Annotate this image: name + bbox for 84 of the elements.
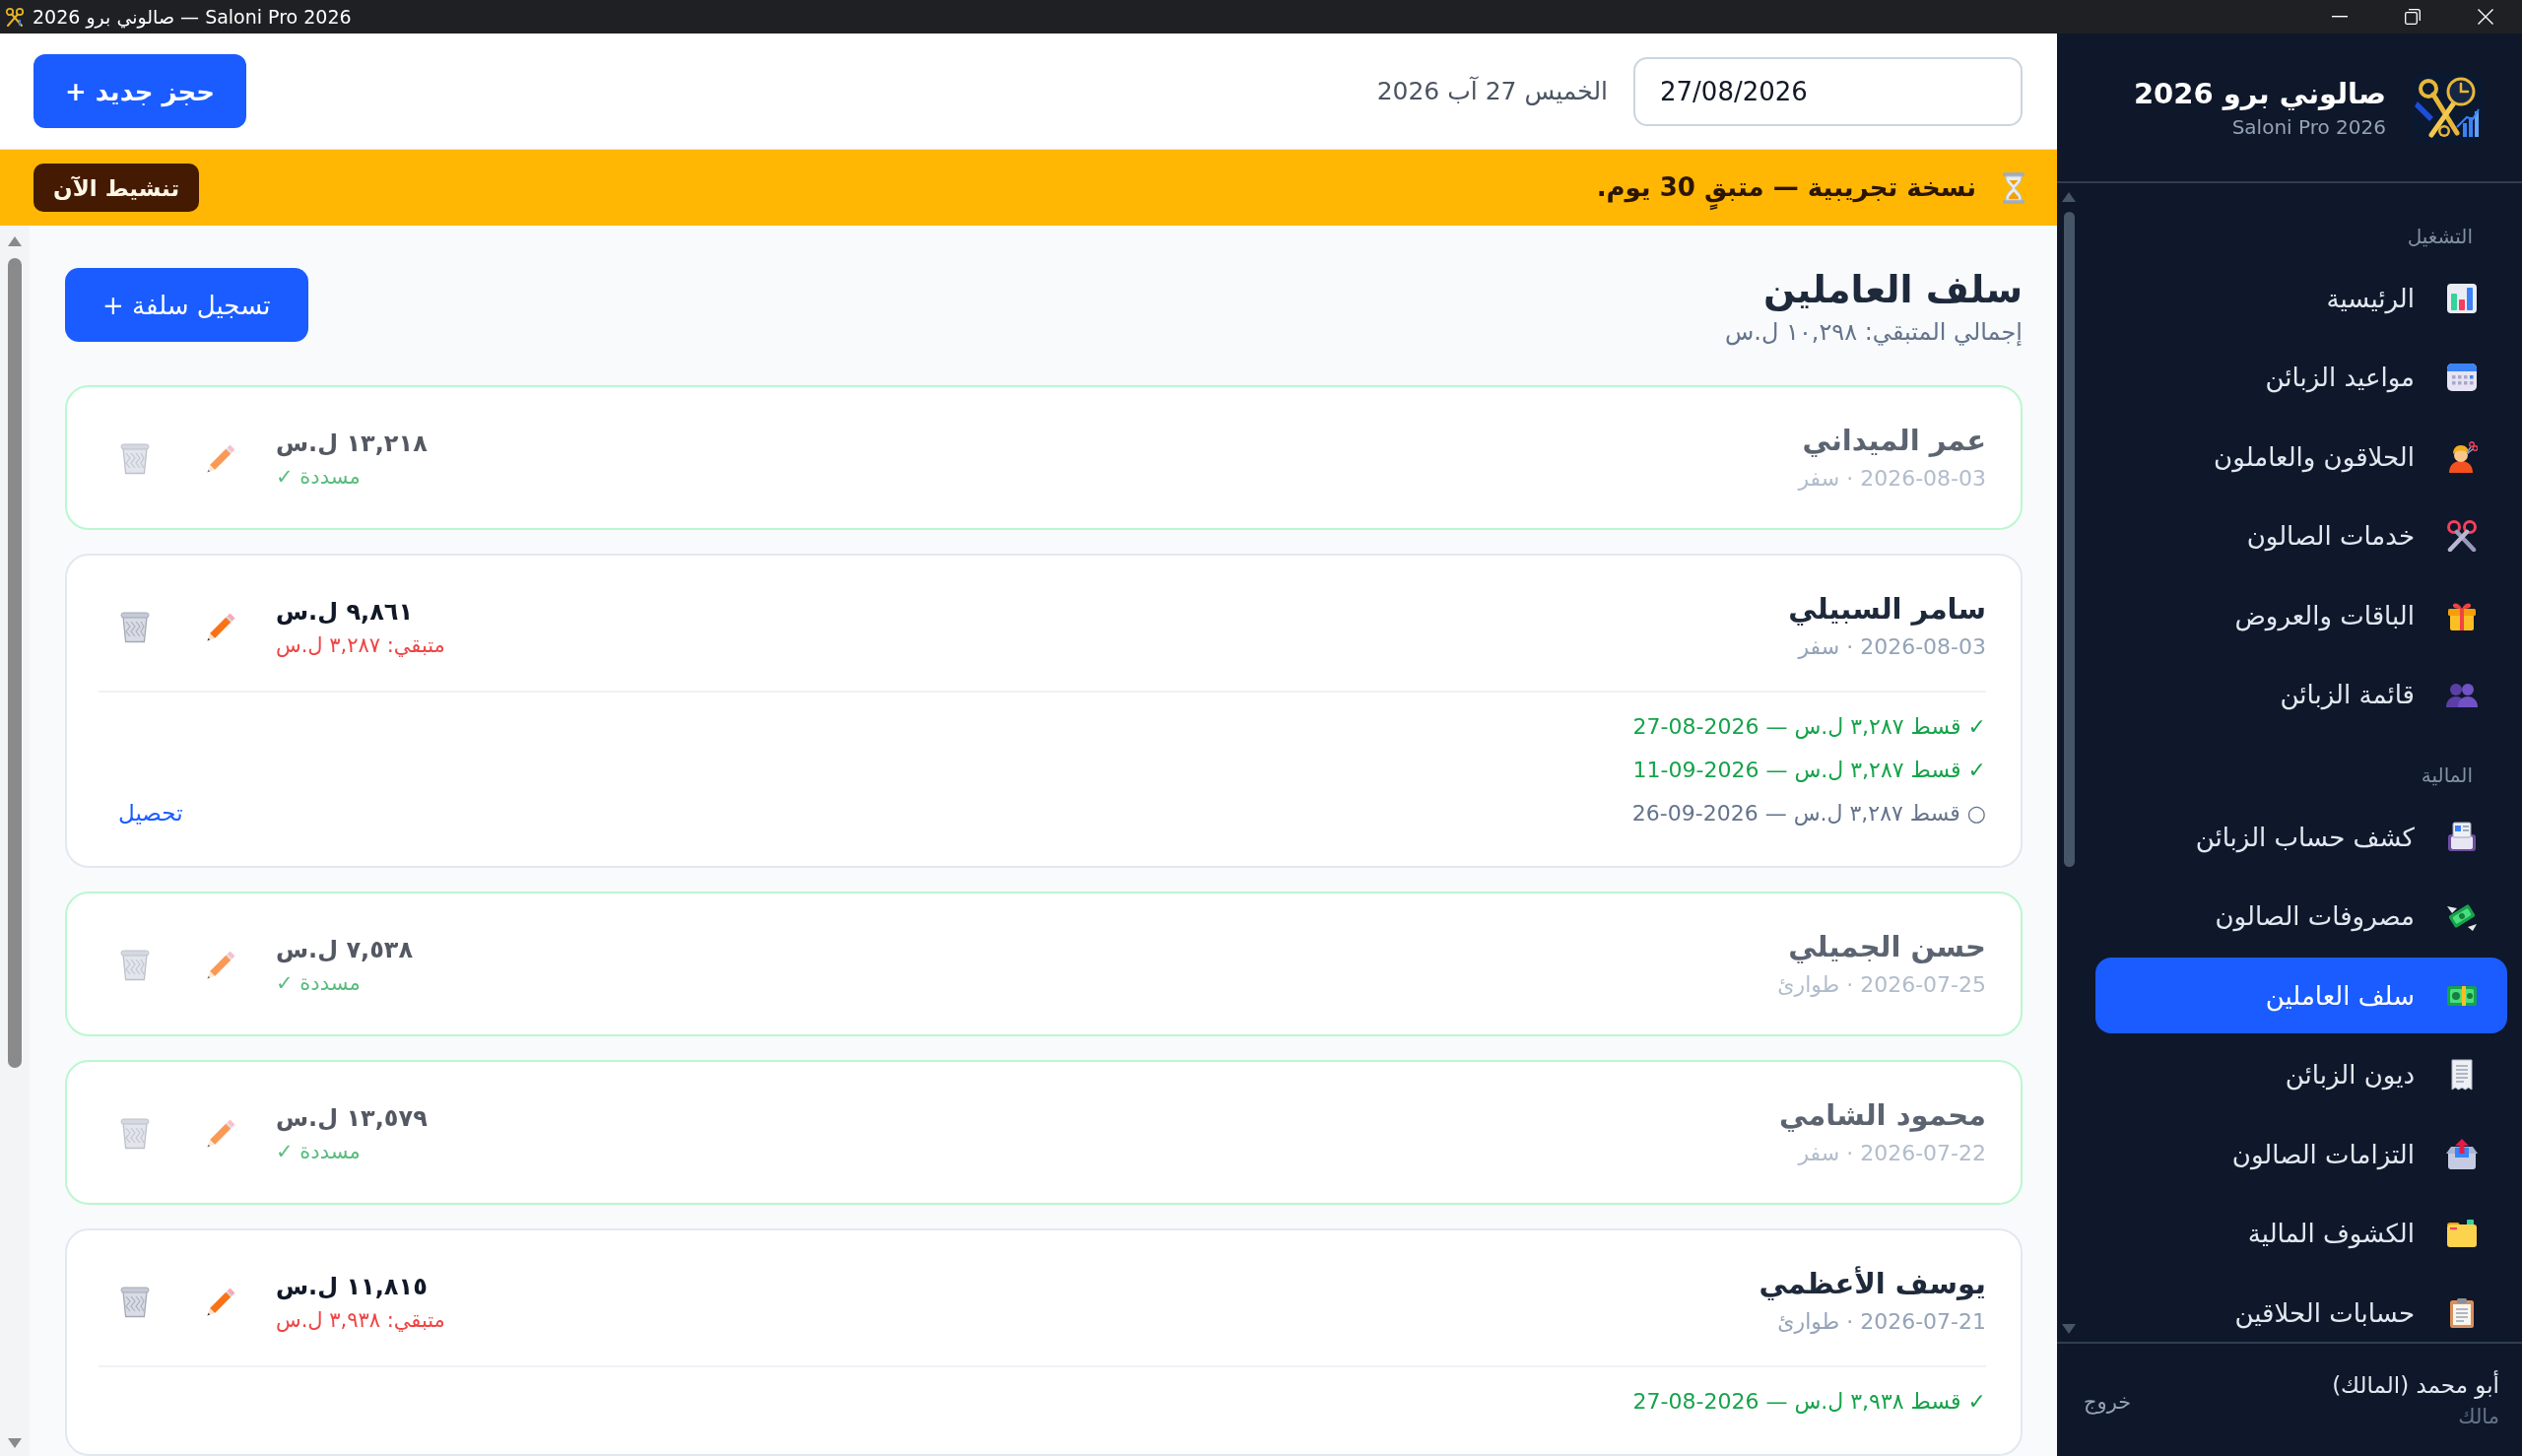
page-title: سلف العاملين [1762,267,2023,313]
calendar-icon [2446,362,2478,393]
activate-button[interactable]: تنشيط الآن [33,164,200,212]
advance-meta: 2026-08-03 · سفر [1798,465,1986,493]
employee-name: محمود الشامي [1779,1097,1986,1134]
collect-link[interactable]: تحصيل [118,800,183,826]
advance-meta: 2026-08-03 · سفر [1798,633,1986,661]
delete-button[interactable] [118,610,152,643]
scissors-icon [5,7,25,27]
advance-amount: ٩,٨٦١ ل.س [276,597,414,628]
advance-amount: ١١,٨١٥ ل.س [276,1272,428,1302]
caret-down-icon [2062,1324,2076,1334]
nav-section-label: التشغيل [2407,224,2473,250]
nav-item[interactable]: مواعيد الزبائن [2095,339,2507,416]
remaining-total: إجمالي المتبقي: ١٠,٢٩٨ ل.س [1725,317,2023,348]
employee-name: سامر السبيلي [1788,591,1986,628]
scrollbar[interactable] [0,226,30,1456]
bar-chart-icon [2446,282,2478,314]
nav-item[interactable]: التزامات الصالون [2095,1116,2507,1192]
close-icon [2478,9,2493,25]
trash-icon [118,610,152,643]
caret-up-icon [8,236,22,246]
settled-status: مسددة ✓ [276,970,361,997]
nav-item[interactable]: مصروفات الصالون [2095,878,2507,955]
nav-item[interactable]: قائمة الزبائن [2095,656,2507,733]
scroll-up-button[interactable] [8,236,22,246]
scrollbar-thumb[interactable] [2063,212,2075,867]
hairdresser-icon [2446,440,2478,473]
scrollbar-thumb[interactable] [8,258,22,1068]
trial-message: نسخة تجريبية — متبقٍ 30 يوم. [1593,165,1979,211]
window-title: صالوني برو 2026 — Saloni Pro 2026 [33,6,352,28]
nav-item[interactable]: حسابات الحلاقين [2095,1275,2507,1342]
nav-item[interactable]: الكشوف المالية [2095,1195,2507,1272]
advance-meta: 2026-07-22 · سفر [1798,1140,1986,1167]
nav-item[interactable]: الرئيسية [2095,260,2507,336]
caret-up-icon [2062,192,2076,202]
trash-icon [118,948,152,981]
employee-name: يوسف الأعظمي [1759,1265,1986,1302]
user-name: أبو محمد (المالك) [2332,1369,2499,1401]
remaining-amount: متبقي: ٣,٩٣٨ ل.س [276,1307,445,1334]
trash-icon [118,1116,152,1150]
advance-amount: ١٣,٥٧٩ ل.س [276,1103,428,1134]
employee-name: حسن الجميلي [1788,929,1986,965]
scissors-icon [2446,520,2478,552]
app-subtitle: Saloni Pro 2026 [2231,114,2386,141]
nav-item[interactable]: خدمات الصالون [2095,497,2507,574]
nav-item[interactable]: الحلاقون والعاملون [2095,419,2507,495]
settled-status: مسددة ✓ [276,464,361,491]
logout-button[interactable]: خروج [2084,1390,2132,1414]
nav-item[interactable]: كشف حساب الزبائن [2095,799,2507,875]
scroll-up-button[interactable] [2062,192,2076,202]
scroll-down-button[interactable] [2062,1324,2076,1334]
scroll-down-button[interactable] [8,1438,22,1448]
scissors-clock-logo-icon [2412,72,2483,143]
folder-icon [2446,1218,2478,1249]
delete-button[interactable] [118,948,152,981]
remaining-amount: متبقي: ٣,٢٨٧ ل.س [276,632,445,659]
nav-item[interactable]: ديون الزبائن [2095,1036,2507,1113]
minimize-icon [2332,16,2348,18]
advance-amount: ٧,٥٣٨ ل.س [276,935,414,965]
caret-down-icon [8,1438,22,1448]
delete-button[interactable] [118,1116,152,1150]
nav-item[interactable]: الباقات والعروض [2095,577,2507,653]
nav-section-label: المالية [2421,762,2473,789]
trash-icon [118,1285,152,1318]
restore-icon [2405,9,2421,25]
new-booking-button[interactable]: + حجز جديد [33,54,247,128]
settled-status: مسددة ✓ [276,1139,361,1165]
nav-item[interactable]: سلف العاملين [2095,958,2507,1033]
employee-name: عمر الميداني [1802,423,1986,459]
advance-meta: 2026-07-25 · طوارئ [1777,971,1986,999]
cash-register-icon [2446,821,2478,853]
delete-button[interactable] [118,1285,152,1318]
advance-meta: 2026-07-21 · طوارئ [1777,1308,1986,1336]
delete-button[interactable] [118,441,152,475]
date-field[interactable]: 27/08/2026 [1633,56,2023,126]
user-role: مالك [2458,1404,2499,1430]
advance-amount: ١٣,٢١٨ ل.س [276,429,428,459]
trash-icon [118,441,152,475]
app-name: صالوني برو 2026 [2133,76,2386,112]
hourglass-icon [2003,171,2024,204]
outbox-tray-icon [2446,1138,2478,1170]
add-advance-button[interactable]: + تسجيل سلفة [65,268,308,342]
date-label: الخميس 27 آب 2026 [1376,77,1608,105]
